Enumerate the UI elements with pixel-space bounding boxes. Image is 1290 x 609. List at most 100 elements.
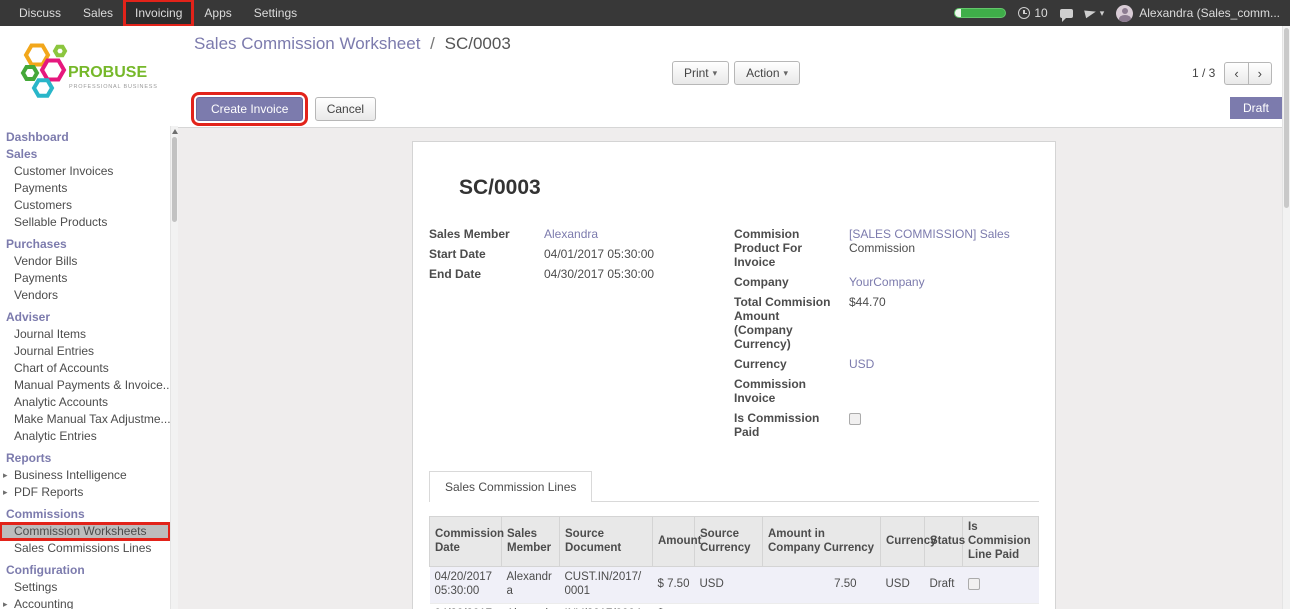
- sidebar-item-label: Settings: [14, 580, 57, 594]
- table-row[interactable]: 04/20/2017 05:30:00AlexandraINV/2017/000…: [430, 603, 1039, 609]
- column-header-source-document[interactable]: Source Document: [560, 517, 653, 567]
- column-header-currency[interactable]: Currency: [881, 517, 925, 567]
- topbar-menu-settings[interactable]: Settings: [243, 0, 308, 26]
- tab-sales-commission-lines[interactable]: Sales Commission Lines: [429, 471, 592, 502]
- column-header-amount-in-company-currency[interactable]: Amount in Company Currency: [763, 517, 881, 567]
- sidebar-section-title-purchases[interactable]: Purchases: [0, 236, 170, 253]
- cell-source-currency: USD: [695, 567, 763, 604]
- sidebar-item-label: Journal Items: [14, 327, 86, 341]
- field-value-currency: USD: [849, 356, 1023, 371]
- messages-menu[interactable]: [1060, 9, 1073, 18]
- field-value-text[interactable]: Alexandra: [544, 227, 598, 241]
- sidebar-section-title-reports[interactable]: Reports: [0, 450, 170, 467]
- breadcrumb-current: SC/0003: [445, 34, 511, 53]
- page-scrollbar-thumb[interactable]: [1284, 28, 1289, 208]
- field-value-commission-invoice: [849, 376, 1023, 405]
- column-header-amount[interactable]: Amount: [653, 517, 695, 567]
- sidebar-section-reports: Reports▸Business Intelligence▸PDF Report…: [0, 450, 170, 501]
- sidebar-item-commission-worksheets[interactable]: Commission Worksheets: [0, 523, 170, 540]
- sidebar-item-settings[interactable]: Settings: [0, 579, 170, 596]
- sidebar-item-chart-of-accounts[interactable]: Chart of Accounts: [0, 360, 170, 377]
- pager-previous-button[interactable]: ‹: [1224, 62, 1248, 85]
- sidebar-scrollbar-thumb[interactable]: [172, 137, 177, 222]
- activity-menu[interactable]: 10: [1018, 6, 1047, 20]
- sidebar-item-business-intelligence[interactable]: ▸Business Intelligence: [0, 467, 170, 484]
- field-label-currency: Currency: [734, 356, 849, 371]
- breadcrumb-parent[interactable]: Sales Commission Worksheet: [194, 34, 420, 53]
- page-scrollbar[interactable]: [1282, 26, 1290, 609]
- statusbar: Create Invoice Cancel Draft: [178, 93, 1290, 128]
- column-header-is-commision-line-paid[interactable]: Is Commision Line Paid: [963, 517, 1039, 567]
- probuse-logo-graphic: PROBUSE PROFESSIONAL BUSINESS: [13, 39, 165, 111]
- field-label-company: Company: [734, 274, 849, 289]
- sidebar-item-sales-commissions-lines[interactable]: Sales Commissions Lines: [0, 540, 170, 557]
- sidebar-item-label: Make Manual Tax Adjustme...: [14, 412, 170, 426]
- sidebar-item-analytic-accounts[interactable]: Analytic Accounts: [0, 394, 170, 411]
- cell-status: Draft: [925, 567, 963, 604]
- field-label-is-commission-paid: Is Commission Paid: [734, 410, 849, 439]
- sidebar-item-accounting[interactable]: ▸Accounting: [0, 596, 170, 609]
- sidebar-item-analytic-entries[interactable]: Analytic Entries: [0, 428, 170, 445]
- sidebar-item-journal-items[interactable]: Journal Items: [0, 326, 170, 343]
- sidebar-item-vendor-bills[interactable]: Vendor Bills: [0, 253, 170, 270]
- sidebar-section-title-sales[interactable]: Sales: [0, 146, 170, 163]
- commission-lines-table: Commission DateSales MemberSource Docume…: [429, 516, 1039, 609]
- planner-progressbar[interactable]: [954, 8, 1006, 18]
- sidebar-section-title-configuration[interactable]: Configuration: [0, 562, 170, 579]
- field-value-commision-product-for-invoice: [SALES COMMISSION] SalesCommission: [849, 226, 1023, 269]
- field-value-end-date: 04/30/2017 05:30:00: [544, 266, 718, 281]
- table-row[interactable]: 04/20/2017 05:30:00AlexandraCUST.IN/2017…: [430, 567, 1039, 604]
- sidebar-item-vendors[interactable]: Vendors: [0, 287, 170, 304]
- print-button[interactable]: Print ▾: [672, 61, 729, 85]
- field-value-text[interactable]: YourCompany: [849, 275, 925, 289]
- field-value-text[interactable]: USD: [849, 357, 874, 371]
- breadcrumb: Sales Commission Worksheet / SC/0003: [194, 34, 1278, 54]
- field-end-date: End Date04/30/2017 05:30:00: [429, 266, 718, 281]
- action-button[interactable]: Action ▾: [734, 61, 800, 85]
- column-header-status[interactable]: Status: [925, 517, 963, 567]
- sidebar-section-title-commissions[interactable]: Commissions: [0, 506, 170, 523]
- field-value-text: 04/30/2017 05:30:00: [544, 267, 654, 281]
- cell-status: Draft: [925, 603, 963, 609]
- cell-amount-company: 18.60: [763, 603, 881, 609]
- sidebar-item-label: Chart of Accounts: [14, 361, 109, 375]
- action-button-label: Action: [746, 66, 779, 80]
- sidebar-item-payments[interactable]: Payments: [0, 180, 170, 197]
- sidebar-item-journal-entries[interactable]: Journal Entries: [0, 343, 170, 360]
- topbar-menu-sales[interactable]: Sales: [72, 0, 124, 26]
- topbar-menu-discuss[interactable]: Discuss: [8, 0, 72, 26]
- create-invoice-button[interactable]: Create Invoice: [196, 97, 303, 121]
- right-field-group: Commision Product For Invoice[SALES COMM…: [734, 226, 1039, 444]
- line-paid-checkbox[interactable]: [968, 578, 980, 590]
- sidebar-item-customer-invoices[interactable]: Customer Invoices: [0, 163, 170, 180]
- sidebar-item-pdf-reports[interactable]: ▸PDF Reports: [0, 484, 170, 501]
- sidebar-section-title-dashboard[interactable]: Dashboard: [0, 129, 170, 146]
- cell-source-document: INV/2017/0004-SO008: [560, 603, 653, 609]
- field-currency: CurrencyUSD: [734, 356, 1023, 371]
- topbar-menu-apps[interactable]: Apps: [193, 0, 242, 26]
- sidebar-item-sellable-products[interactable]: Sellable Products: [0, 214, 170, 231]
- sidebar-scrollbar[interactable]: [170, 126, 178, 609]
- topbar-menu-invoicing[interactable]: Invoicing: [124, 0, 193, 26]
- field-value-text[interactable]: [SALES COMMISSION] Sales: [849, 227, 1010, 241]
- expand-arrow-icon: ▸: [3, 596, 8, 609]
- sidebar-item-make-manual-tax-adjustme[interactable]: Make Manual Tax Adjustme...: [0, 411, 170, 428]
- column-header-sales-member[interactable]: Sales Member: [502, 517, 560, 567]
- column-header-commission-date[interactable]: Commission Date: [430, 517, 502, 567]
- field-is-commission-paid: Is Commission Paid: [734, 410, 1023, 439]
- sidebar-item-manual-payments-invoice[interactable]: Manual Payments & Invoice...: [0, 377, 170, 394]
- field-label-sales-member: Sales Member: [429, 226, 544, 241]
- user-menu[interactable]: Alexandra (Sales_comm...: [1116, 5, 1280, 22]
- systray: 10 ▾ Alexandra (Sales_comm...: [954, 5, 1290, 22]
- pager-next-button[interactable]: ›: [1248, 62, 1272, 85]
- cancel-button[interactable]: Cancel: [315, 97, 376, 121]
- scrollbar-up-arrow-icon[interactable]: [172, 129, 178, 134]
- sidebar-section-title-adviser[interactable]: Adviser: [0, 309, 170, 326]
- checkbox-is-commission-paid[interactable]: [849, 413, 861, 425]
- sidebar-item-payments[interactable]: Payments: [0, 270, 170, 287]
- column-header-source-currency[interactable]: Source Currency: [695, 517, 763, 567]
- announcements-menu[interactable]: ▾: [1085, 8, 1105, 19]
- table-body: 04/20/2017 05:30:00AlexandraCUST.IN/2017…: [430, 567, 1039, 609]
- sidebar-item-customers[interactable]: Customers: [0, 197, 170, 214]
- sidebar-item-label: Payments: [14, 271, 67, 285]
